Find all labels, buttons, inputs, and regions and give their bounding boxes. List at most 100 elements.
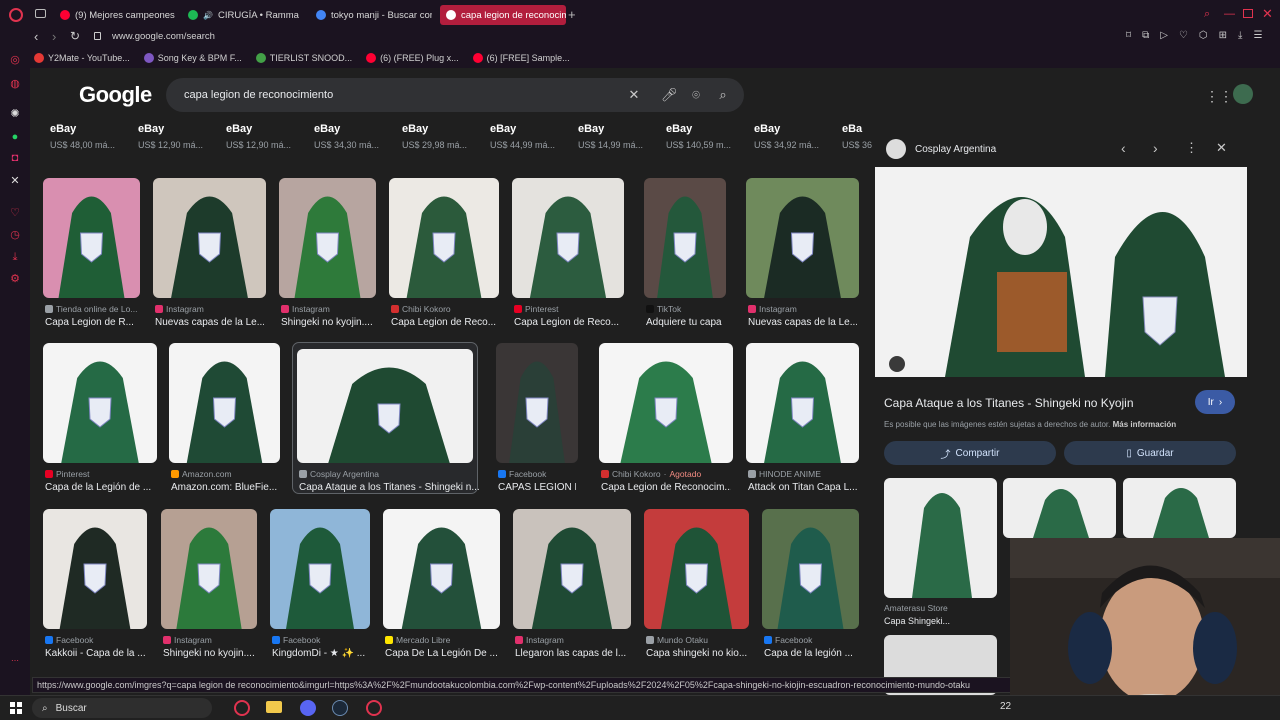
panel-title[interactable]: Capa Ataque a los Titanes - Shingeki no … <box>884 396 1134 410</box>
clear-icon[interactable]: ✕ <box>626 87 642 103</box>
result-title[interactable]: Nuevas capas de la Le... <box>155 317 264 328</box>
bookmark-4[interactable]: (6) [FREE] Sample... <box>472 53 570 63</box>
prev-icon[interactable]: ‹ <box>1121 140 1126 156</box>
image-result-card[interactable]: Chibi Kokoro · Agotado Capa Legion de Rec… <box>599 343 733 493</box>
more-icon[interactable]: ⋯ <box>9 655 21 667</box>
image-result-card[interactable]: Instagram Shingeki no kyojin.... <box>279 178 376 328</box>
image-result-card[interactable]: Tienda online de Lo... Capa Legion de R..… <box>43 178 140 328</box>
lens-icon[interactable]: ⌾ <box>688 87 704 103</box>
opera-gx-icon[interactable] <box>366 700 382 716</box>
result-thumbnail[interactable] <box>43 343 157 463</box>
result-title[interactable]: Capa shingeki no kio... <box>646 648 747 659</box>
result-thumbnail[interactable] <box>496 343 578 463</box>
image-result-card[interactable]: Mercado Libre Capa De La Legión De ... <box>383 509 500 659</box>
related-image-0[interactable] <box>884 478 997 598</box>
image-result-card[interactable]: Chibi Kokoro Capa Legion de Reco... <box>389 178 499 328</box>
preview-image[interactable] <box>875 167 1247 377</box>
result-title[interactable]: Llegaron las capas de l... <box>515 648 629 659</box>
windows-start-icon[interactable] <box>10 702 22 714</box>
visit-button[interactable]: Ir › <box>1195 390 1235 414</box>
image-result-card[interactable]: Mundo Otaku Capa shingeki no kio... <box>644 509 749 659</box>
image-result-card[interactable]: TikTok Adquiere tu capa l... <box>644 178 726 328</box>
result-title[interactable]: Shingeki no kyojin.... <box>163 648 255 659</box>
url-field[interactable]: www.google.com/search <box>112 31 215 42</box>
downloads-icon[interactable]: ⤓ <box>9 251 21 263</box>
taskbar-search[interactable]: ⌕ Buscar <box>32 698 212 718</box>
result-thumbnail[interactable] <box>169 343 280 463</box>
result-title[interactable]: Capa Ataque a los Titanes - Shingeki n..… <box>299 482 479 493</box>
tab-0[interactable]: (9) Mejores campeones de <box>54 5 176 25</box>
result-title[interactable]: Adquiere tu capa l... <box>646 317 724 328</box>
result-thumbnail[interactable] <box>644 509 749 629</box>
result-title[interactable]: KingdomDi - ★ ✨ ... <box>272 648 368 659</box>
result-thumbnail[interactable] <box>43 509 147 629</box>
google-logo[interactable]: Google <box>79 82 152 108</box>
discord-icon[interactable] <box>300 700 316 716</box>
result-thumbnail[interactable] <box>746 343 859 463</box>
shopping-item[interactable]: eBay US$ 12,90 má... <box>132 118 214 158</box>
result-title[interactable]: Capa de la Legión de ... <box>45 482 155 493</box>
image-result-card[interactable]: Facebook CAPAS LEGION D... <box>496 343 578 493</box>
settings-gear-icon[interactable]: ⚙ <box>9 273 21 285</box>
chatgpt-icon[interactable]: ✺ <box>9 108 21 120</box>
result-thumbnail[interactable] <box>383 509 500 629</box>
shopping-item[interactable]: eBay US$ 34,30 má... <box>308 118 390 158</box>
bookmark-0[interactable]: Y2Mate - YouTube... <box>34 53 130 63</box>
result-title[interactable]: Capa Legion de Reco... <box>514 317 622 328</box>
steam-icon[interactable] <box>332 700 348 716</box>
shopping-item[interactable]: eBay US$ 44,99 má... <box>484 118 566 158</box>
forward-icon[interactable]: › <box>52 29 56 44</box>
result-title[interactable]: Kakkoii - Capa de la ... <box>45 648 145 659</box>
share-button[interactable]: ⤴ Compartir <box>884 441 1056 465</box>
toolbar-extension-icons[interactable]: ⌑⧉▷♡⬡⊞⤓☰ <box>1126 30 1273 41</box>
more-options-icon[interactable]: ⋮ <box>1185 140 1198 156</box>
image-result-card[interactable]: Pinterest Capa Legion de Reco... <box>512 178 624 328</box>
result-title[interactable]: Capa Legion de R... <box>45 317 138 328</box>
related-image-2[interactable] <box>1123 478 1236 538</box>
bookmark-1[interactable]: Song Key & BPM F... <box>143 53 242 63</box>
workspaces-icon[interactable] <box>35 9 46 18</box>
search-tabs-icon[interactable]: ⌕ <box>1204 8 1210 21</box>
image-result-card[interactable]: Amazon.com Amazon.com: BlueFie... <box>169 343 280 493</box>
instagram-icon[interactable]: ◘ <box>9 152 21 164</box>
result-thumbnail[interactable] <box>161 509 257 629</box>
result-title[interactable]: Capa De La Legión De ... <box>385 648 498 659</box>
bookmark-2[interactable]: TIERLIST SNOOD... <box>255 53 352 63</box>
image-result-card[interactable]: Facebook Capa de la legión ... <box>762 509 859 659</box>
shopping-item[interactable]: eBay US$ 34,92 má... <box>748 118 830 158</box>
search-box[interactable]: ✕ 🎤︎ ⌾ ⌕ <box>166 78 744 112</box>
image-result-card[interactable]: Cosplay Argentina Capa Ataque a los Titan… <box>292 342 479 494</box>
avatar[interactable] <box>1233 84 1253 104</box>
messenger-icon[interactable]: ◍ <box>9 78 21 90</box>
apps-grid-icon[interactable]: ⋮⋮ <box>1205 88 1233 105</box>
result-thumbnail[interactable] <box>762 509 859 629</box>
next-icon[interactable]: › <box>1153 140 1158 156</box>
result-thumbnail[interactable] <box>279 178 376 298</box>
back-icon[interactable]: ‹ <box>34 29 38 44</box>
shopping-item[interactable]: eBay US$ 12,90 má... <box>220 118 302 158</box>
shopping-item[interactable]: eBay US$ 140,59 m... <box>660 118 742 158</box>
image-result-card[interactable]: Instagram Llegaron las capas de l... <box>513 509 631 659</box>
heart-icon[interactable]: ♡ <box>9 207 21 219</box>
save-button[interactable]: ▯ Guardar <box>1064 441 1236 465</box>
result-thumbnail[interactable] <box>512 178 624 298</box>
history-icon[interactable]: ◷ <box>9 229 21 241</box>
visual-search-icon[interactable] <box>889 356 905 372</box>
result-title[interactable]: Attack on Titan Capa L... <box>748 482 857 493</box>
image-result-card[interactable]: HINODE ANIME Attack on Titan Capa L... <box>746 343 859 493</box>
related-image-1[interactable] <box>1003 478 1116 538</box>
maximize-icon[interactable] <box>1243 9 1253 18</box>
x-twitter-icon[interactable]: ✕ <box>9 175 21 187</box>
whatsapp-icon[interactable]: ● <box>9 131 21 143</box>
more-info-link[interactable]: Más información <box>1113 420 1177 429</box>
close-window-icon[interactable]: ✕ <box>1262 6 1273 22</box>
result-title[interactable]: CAPAS LEGION D... <box>498 482 576 493</box>
image-result-card[interactable]: Facebook KingdomDi - ★ ✨ ... <box>270 509 370 659</box>
result-title[interactable]: Amazon.com: BlueFie... <box>171 482 278 493</box>
result-title[interactable]: Nuevas capas de la Le... <box>748 317 857 328</box>
image-result-card[interactable]: Facebook Kakkoii - Capa de la ... <box>43 509 147 659</box>
file-explorer-icon[interactable] <box>266 701 282 713</box>
aria-icon[interactable]: ◎ <box>9 54 21 66</box>
result-thumbnail[interactable] <box>599 343 733 463</box>
microphone-icon[interactable]: 🎤︎ <box>661 87 678 103</box>
